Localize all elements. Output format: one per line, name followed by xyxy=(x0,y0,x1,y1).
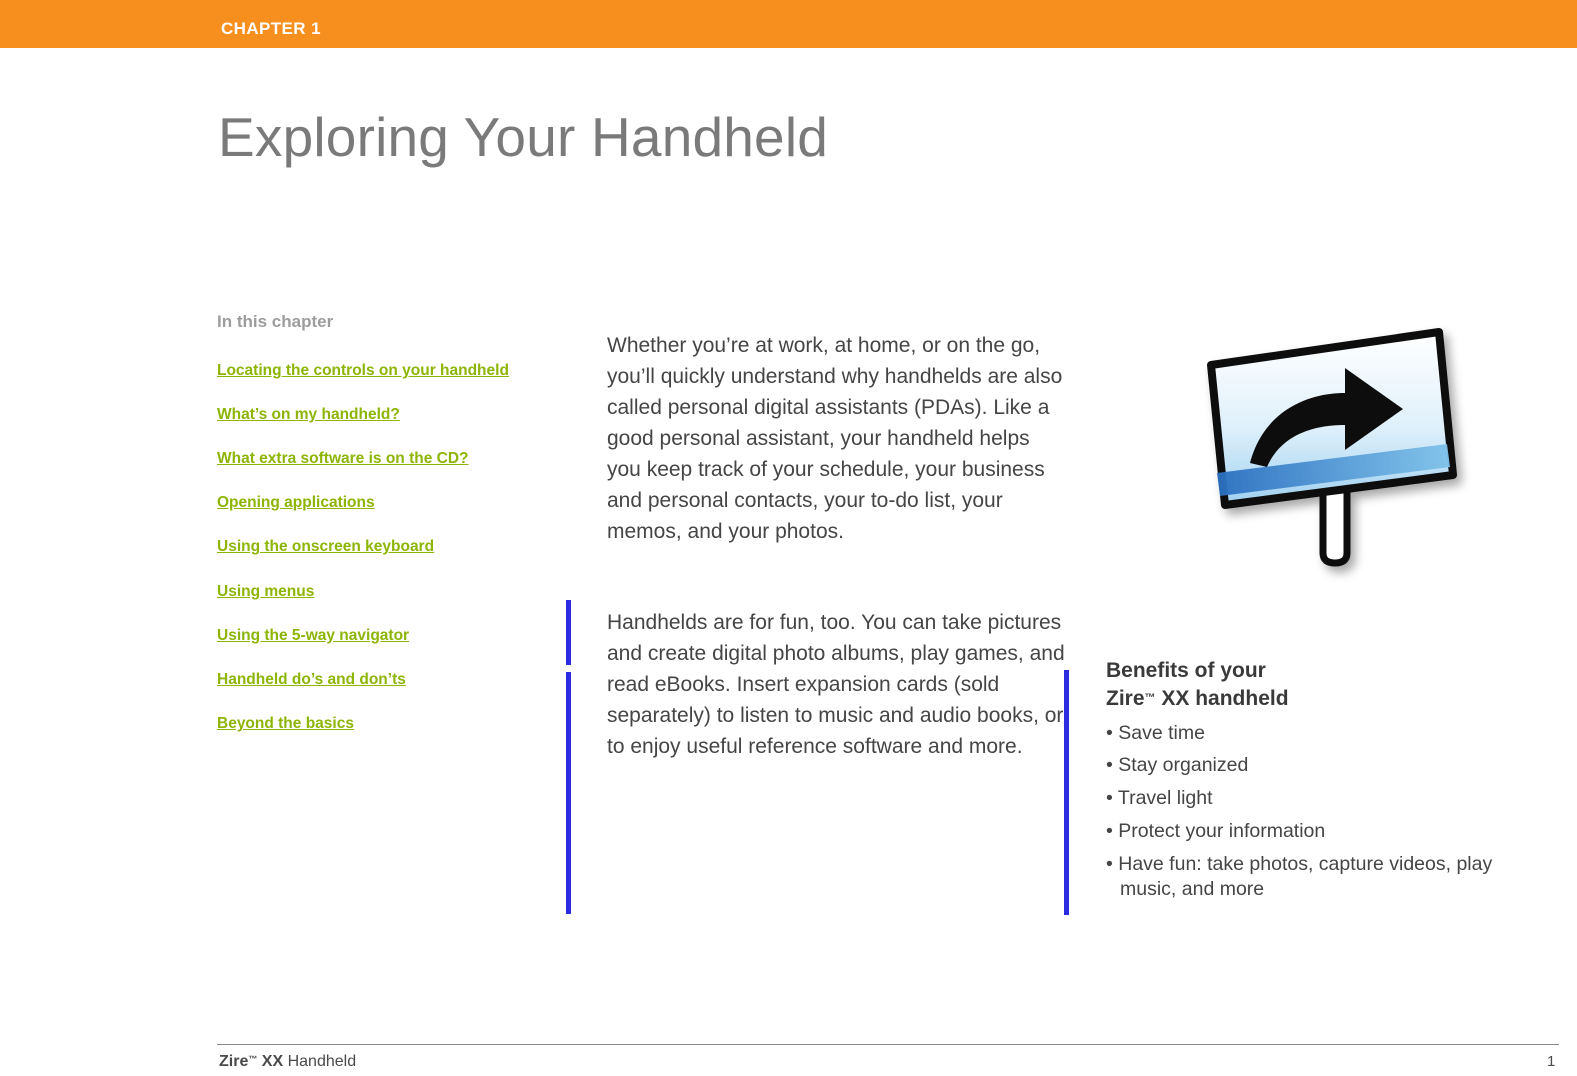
blue-accent-rule-left-bottom xyxy=(566,672,571,914)
benefits-block: Benefits of your Zire™ XX handheld • Sav… xyxy=(1106,657,1506,903)
benefit-item-text: • Stay organized xyxy=(1106,754,1249,777)
footer-trademark-symbol: ™ xyxy=(248,1054,258,1064)
benefit-item: • Travel light xyxy=(1106,786,1506,812)
benefit-item-text: • Travel light xyxy=(1106,787,1213,810)
toc-link-dos-and-donts[interactable]: Handheld do’s and don’ts xyxy=(217,667,547,692)
signpost-arrow-icon xyxy=(1195,305,1475,595)
benefits-model: XX handheld xyxy=(1161,687,1289,711)
chapter-header-bar: CHAPTER 1 xyxy=(0,0,1577,48)
benefits-brand: Zire xyxy=(1106,687,1145,711)
body-paragraph-2: Handhelds are for fun, too. You can take… xyxy=(607,610,1065,758)
in-this-chapter-heading: In this chapter xyxy=(217,312,334,331)
page-title: Exploring Your Handheld xyxy=(218,106,829,168)
toc-link-5-way-navigator[interactable]: Using the 5-way navigator xyxy=(217,623,547,648)
footer-brand: Zire xyxy=(219,1053,249,1070)
body-paragraph-1: Whether you’re at work, at home, or on t… xyxy=(607,334,1063,543)
benefit-item: • Stay organized xyxy=(1106,753,1506,779)
benefit-item: • Protect your information xyxy=(1106,819,1506,845)
benefit-item: • Save time xyxy=(1106,721,1506,747)
toc-link-whats-on-my-handheld[interactable]: What’s on my handheld? xyxy=(217,402,547,427)
toc-link-locating-controls[interactable]: Locating the controls on your handheld xyxy=(217,358,547,383)
benefit-item-text: • Have fun: take photos, capture videos,… xyxy=(1106,852,1493,901)
blue-accent-rule-left-top xyxy=(566,600,571,665)
benefits-title-line1: Benefits of your xyxy=(1106,659,1266,682)
trademark-symbol: ™ xyxy=(1144,692,1156,705)
benefit-item-text: • Protect your information xyxy=(1106,819,1326,842)
benefit-item: • Have fun: take photos, capture videos,… xyxy=(1106,852,1506,903)
toc-link-opening-applications[interactable]: Opening applications xyxy=(217,490,547,515)
toc-link-extra-software-cd[interactable]: What extra software is on the CD? xyxy=(217,446,547,471)
footer-model: XX xyxy=(261,1053,284,1070)
chapter-label: CHAPTER 1 xyxy=(221,19,321,38)
toc-link-using-menus[interactable]: Using menus xyxy=(217,579,547,604)
in-this-chapter-list: In this chapter Locating the controls on… xyxy=(217,312,547,755)
footer-page-number: 1 xyxy=(1547,1053,1556,1070)
footer-product-label: Zire™ XX Handheld xyxy=(219,1053,356,1071)
benefit-item-text: • Save time xyxy=(1106,721,1205,744)
toc-link-beyond-the-basics[interactable]: Beyond the basics xyxy=(217,711,547,736)
benefits-title: Benefits of your Zire™ XX handheld xyxy=(1106,657,1506,714)
toc-link-onscreen-keyboard[interactable]: Using the onscreen keyboard xyxy=(217,534,547,559)
footer-divider xyxy=(217,1044,1559,1045)
body-text-column: Whether you’re at work, at home, or on t… xyxy=(607,310,1069,784)
footer-product: Handheld xyxy=(287,1053,357,1070)
